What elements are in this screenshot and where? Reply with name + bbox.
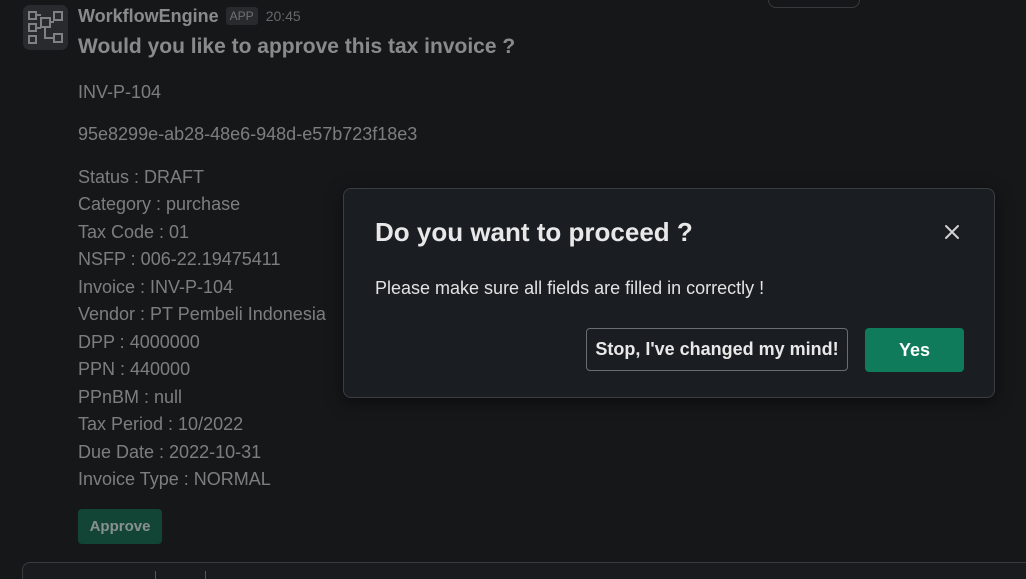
page: WorkflowEngine APP 20:45 Would you like … (0, 0, 1026, 579)
field-invoice: Invoice : INV-P-104 (78, 277, 234, 297)
invoice-uuid: 95e8299e-ab28-48e6-948d-e57b723f18e3 (78, 124, 418, 144)
field-status: Status : DRAFT (78, 167, 205, 187)
close-icon[interactable] (936, 216, 968, 248)
field-vendor: Vendor : PT Pembeli Indonesia (78, 304, 326, 324)
field-category: Category : purchase (78, 194, 241, 214)
approve-button[interactable]: Approve (78, 509, 162, 544)
field-dpp: DPP : 4000000 (78, 332, 200, 352)
dialog-body: Please make sure all fields are filled i… (375, 278, 765, 298)
dialog-title: Do you want to proceed ? (375, 217, 693, 247)
message-composer[interactable] (22, 562, 1026, 579)
field-tax-period: Tax Period : 10/2022 (78, 414, 244, 434)
cancel-button[interactable]: Stop, I've changed my mind! (586, 328, 848, 371)
field-ppnbm: PPnBM : null (78, 387, 183, 407)
field-due-date: Due Date : 2022-10-31 (78, 442, 262, 462)
field-nsfp: NSFP : 006-22.19475411 (78, 249, 281, 269)
composer-divider (155, 571, 156, 579)
message-question: Would you like to approve this tax invoi… (78, 35, 516, 58)
message-header: WorkflowEngine APP 20:45 (78, 4, 301, 28)
field-tax-code: Tax Code : 01 (78, 222, 190, 242)
confirm-dialog: Do you want to proceed ? Please make sur… (343, 188, 995, 398)
field-invoice-type: Invoice Type : NORMAL (78, 469, 271, 489)
app-avatar-icon[interactable] (23, 5, 68, 50)
confirm-yes-button[interactable]: Yes (865, 328, 964, 372)
app-badge: APP (225, 7, 258, 25)
composer-divider (205, 571, 206, 579)
invoice-number: INV-P-104 (78, 82, 162, 102)
timestamp[interactable]: 20:45 (266, 8, 301, 24)
field-ppn: PPN : 440000 (78, 359, 191, 379)
app-name[interactable]: WorkflowEngine (78, 6, 219, 27)
